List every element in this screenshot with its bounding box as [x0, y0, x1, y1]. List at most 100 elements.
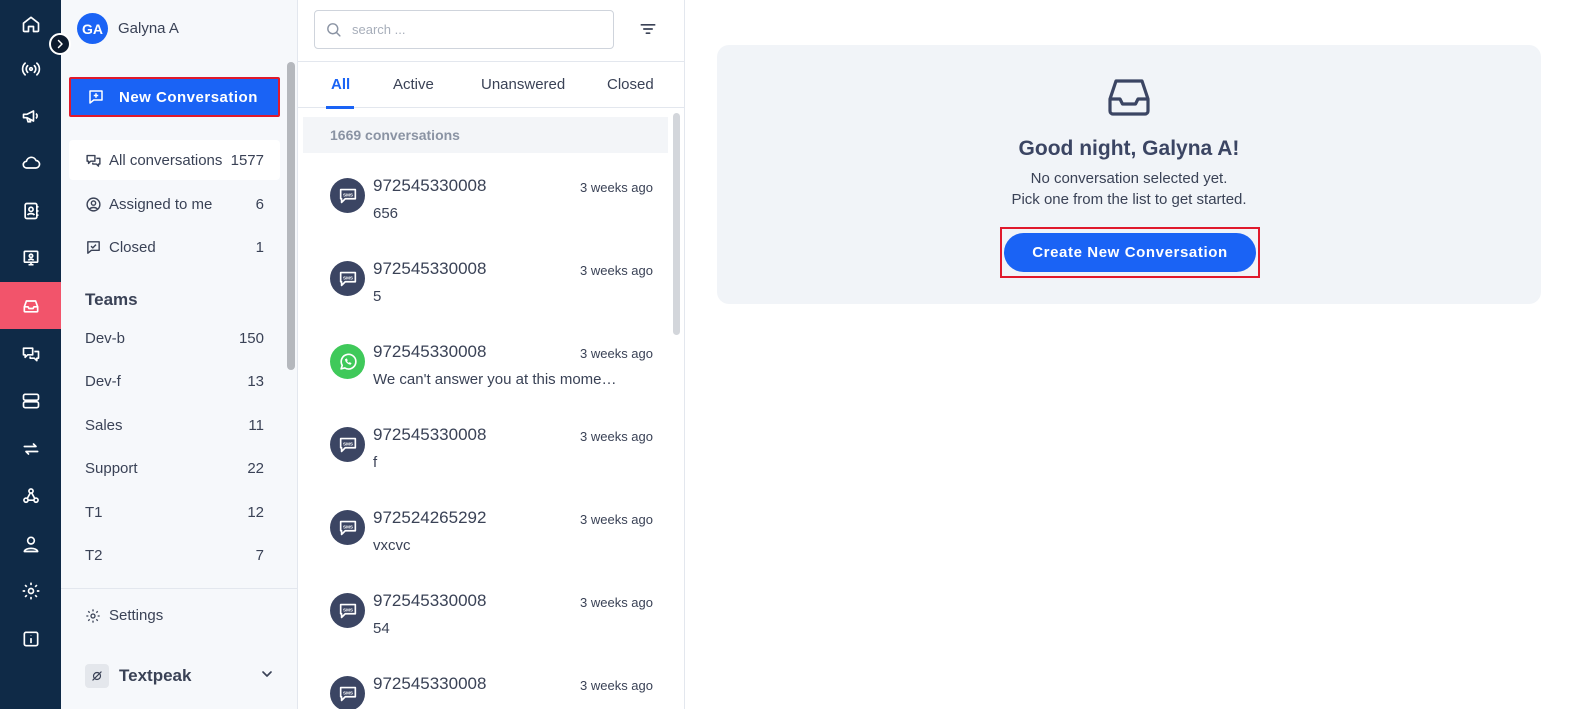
- message-check-icon: [85, 239, 102, 256]
- cloud-icon[interactable]: [0, 139, 61, 186]
- contacts-book-icon[interactable]: [0, 187, 61, 234]
- list-item[interactable]: SMS 972545330008 3 weeks ago f: [303, 417, 668, 500]
- conversation-preview: vxcvc: [373, 537, 411, 554]
- settings-gear-icon[interactable]: [0, 567, 61, 614]
- chat-bubbles-icon[interactable]: [0, 330, 61, 377]
- svg-text:SMS: SMS: [343, 441, 353, 446]
- conversation-preview: 54: [373, 620, 390, 637]
- inbox-icon[interactable]: [0, 282, 61, 329]
- nav-closed[interactable]: Closed 1: [69, 227, 280, 267]
- user-profile[interactable]: GA Galyna A: [77, 13, 179, 44]
- conversation-contact: 972545330008: [373, 259, 487, 278]
- nav-label: Assigned to me: [109, 195, 213, 213]
- sidebar-scrollbar[interactable]: [287, 62, 295, 370]
- list-item[interactable]: SMS 972545330008 3 weeks ago 54: [303, 583, 668, 666]
- message-plus-icon: [89, 90, 103, 104]
- teams-heading: Teams: [85, 290, 138, 309]
- info-icon[interactable]: [0, 615, 61, 662]
- team-label: T1: [85, 503, 103, 521]
- filter-icon[interactable]: [638, 19, 660, 41]
- conversation-contact: 972545330008: [373, 425, 487, 444]
- conversation-preview: 656: [373, 205, 399, 222]
- search-box[interactable]: [314, 10, 614, 49]
- team-count: 11: [248, 416, 264, 434]
- user-name: Galyna A: [118, 20, 179, 37]
- sms-icon: SMS: [330, 427, 365, 462]
- team-label: Sales: [85, 416, 123, 434]
- sms-icon: SMS: [330, 676, 365, 709]
- conversation-time: 3 weeks ago: [580, 512, 653, 527]
- server-icon[interactable]: [0, 377, 61, 424]
- team-count: 150: [238, 329, 264, 347]
- sms-icon: SMS: [330, 261, 365, 296]
- svg-text:SMS: SMS: [343, 524, 353, 529]
- app-root: GA Galyna A New Conversation All convers…: [0, 0, 1587, 709]
- list-item[interactable]: 972545330008 3 weeks ago We can't answer…: [303, 334, 668, 417]
- sync-arrows-icon[interactable]: [0, 425, 61, 472]
- list-item[interactable]: SMS 972545330008 3 weeks ago: [303, 666, 668, 709]
- sidebar-toggle-chevron-right-icon[interactable]: [49, 33, 71, 55]
- workspace-name: Textpeak: [119, 666, 192, 685]
- workspace-switcher[interactable]: Textpeak: [85, 662, 275, 690]
- nav-count: 6: [255, 195, 264, 213]
- conversation-list-panel: All Active Unanswered Closed 1669 conver…: [298, 0, 685, 709]
- team-item-sales[interactable]: Sales 11: [69, 405, 280, 445]
- nav-all-conversations[interactable]: All conversations 1577: [69, 140, 280, 180]
- inbox-tray-icon: [1107, 77, 1151, 117]
- megaphone-icon[interactable]: [0, 92, 61, 139]
- team-item-support[interactable]: Support 22: [69, 448, 280, 488]
- team-label: Dev-f: [85, 372, 121, 390]
- nav-label: Closed: [109, 238, 156, 256]
- tab-unanswered[interactable]: Unanswered: [481, 76, 565, 93]
- list-scrollbar[interactable]: [673, 113, 680, 335]
- team-item-dev-b[interactable]: Dev-b 150: [69, 318, 280, 358]
- conversation-tabs: All Active Unanswered Closed: [298, 61, 685, 109]
- divider: [61, 588, 298, 589]
- svg-text:SMS: SMS: [343, 690, 353, 695]
- conversation-preview: f: [373, 454, 378, 471]
- new-conversation-label: New Conversation: [119, 88, 258, 106]
- team-label: Support: [85, 459, 138, 477]
- sms-icon: SMS: [330, 510, 365, 545]
- svg-text:SMS: SMS: [343, 275, 353, 280]
- conversation-sidebar: GA Galyna A New Conversation All convers…: [61, 0, 298, 709]
- user-icon[interactable]: [0, 520, 61, 567]
- team-count: 22: [247, 459, 264, 477]
- new-conversation-button[interactable]: New Conversation: [69, 77, 280, 117]
- conversation-time: 3 weeks ago: [580, 429, 653, 444]
- tab-closed[interactable]: Closed: [607, 76, 654, 93]
- conversation-contact: 972524265292: [373, 508, 487, 527]
- presentation-user-icon[interactable]: [0, 234, 61, 281]
- conversation-time: 3 weeks ago: [580, 263, 653, 278]
- team-item-dev-f[interactable]: Dev-f 13: [69, 361, 280, 401]
- svg-text:SMS: SMS: [343, 192, 353, 197]
- list-item[interactable]: SMS 972545330008 3 weeks ago 656: [303, 168, 668, 251]
- empty-state-card: Good night, Galyna A! No conversation se…: [717, 45, 1541, 304]
- user-circle-icon: [85, 196, 102, 213]
- team-label: T2: [85, 546, 103, 564]
- conversation-contact: 972545330008: [373, 591, 487, 610]
- list-item[interactable]: SMS 972524265292 3 weeks ago vxcvc: [303, 500, 668, 583]
- conversation-time: 3 weeks ago: [580, 180, 653, 195]
- list-item[interactable]: SMS 972545330008 3 weeks ago 5: [303, 251, 668, 334]
- chat-bubbles-icon: [85, 152, 102, 169]
- svg-text:SMS: SMS: [343, 607, 353, 612]
- conversation-contact: 972545330008: [373, 342, 487, 361]
- tab-all[interactable]: All: [331, 76, 350, 93]
- sms-icon: SMS: [330, 178, 365, 213]
- team-item-t2[interactable]: T2 7: [69, 535, 280, 575]
- sms-icon: SMS: [330, 593, 365, 628]
- nav-count: 1577: [230, 151, 264, 169]
- search-input[interactable]: [352, 22, 592, 37]
- greeting-heading: Good night, Galyna A!: [1018, 137, 1240, 160]
- tab-active[interactable]: Active: [393, 76, 434, 93]
- team-count: 7: [255, 546, 264, 564]
- create-new-conversation-button[interactable]: Create New Conversation: [1004, 233, 1256, 272]
- nav-assigned-to-me[interactable]: Assigned to me 6: [69, 184, 280, 224]
- team-item-t1[interactable]: T1 12: [69, 492, 280, 532]
- conversation-time: 3 weeks ago: [580, 346, 653, 361]
- conversation-time: 3 weeks ago: [580, 678, 653, 693]
- settings-link[interactable]: Settings: [85, 607, 163, 624]
- create-button-highlight: Create New Conversation: [1000, 227, 1260, 278]
- webhook-icon[interactable]: [0, 472, 61, 519]
